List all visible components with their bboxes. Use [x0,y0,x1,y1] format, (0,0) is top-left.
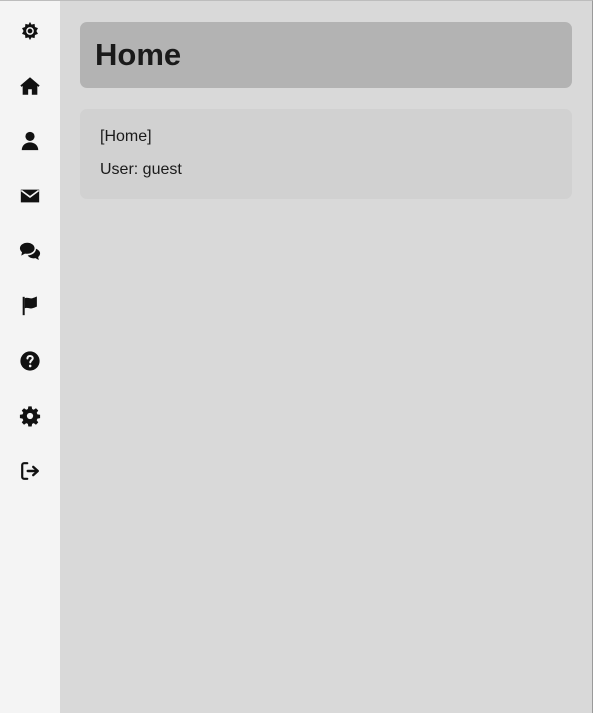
main-content: Home [Home] User: guest [60,1,592,713]
user-label: User: guest [100,161,182,178]
nav-item-home[interactable] [0,66,60,106]
page-title: Home [95,37,182,72]
nav-item-settings[interactable] [0,396,60,436]
nav-item-logout[interactable] [0,451,60,491]
nav-item-chat[interactable] [0,231,60,271]
envelope-icon [20,189,40,203]
sign-out-icon [21,462,39,480]
sun-gear-icon [22,21,38,41]
nav-item-flag[interactable] [0,286,60,326]
app-window: Home [Home] User: guest [0,0,593,713]
question-circle-icon [20,351,40,371]
flag-icon [22,296,37,316]
route-label: [Home] [100,128,152,145]
nav-item-profile[interactable] [0,121,60,161]
sidebar [0,1,60,713]
page-header: Home [80,22,572,88]
nav-item-help[interactable] [0,341,60,381]
gear-icon [19,406,41,427]
user-icon [21,131,39,151]
comments-icon [19,242,41,260]
info-panel: [Home] User: guest [80,109,572,199]
nav-item-top[interactable] [0,11,60,51]
home-icon [20,77,40,95]
nav-item-mail[interactable] [0,176,60,216]
